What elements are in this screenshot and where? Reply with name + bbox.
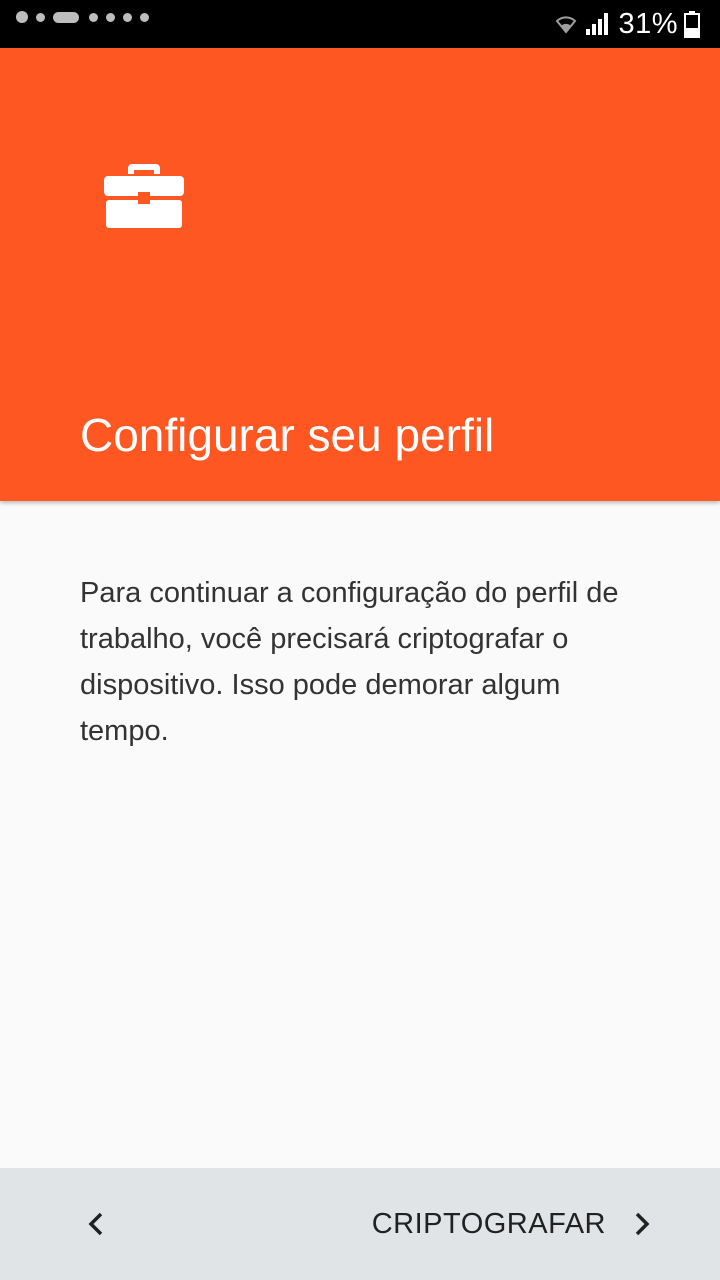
briefcase-icon <box>104 164 184 228</box>
page-title: Configurar seu perfil <box>80 409 495 461</box>
status-indicators: 31% <box>548 6 700 42</box>
notification-dot-icon <box>16 11 28 23</box>
notification-icons <box>16 10 157 24</box>
notification-dot-icon <box>36 12 45 22</box>
battery-percentage: 31% <box>618 7 678 40</box>
encrypt-button-label: CRIPTOGRAFAR <box>371 1207 606 1240</box>
chevron-left-icon <box>88 1212 103 1236</box>
notification-dot-icon <box>89 12 98 22</box>
battery-icon <box>684 11 700 38</box>
wifi-icon <box>556 16 577 34</box>
encrypt-button[interactable]: CRIPTOGRAFAR <box>372 1188 652 1260</box>
notification-dot-icon <box>106 12 115 22</box>
status-bar: 31% <box>0 0 720 48</box>
back-button[interactable] <box>64 1188 128 1260</box>
header-banner: Configurar seu perfil <box>0 48 720 501</box>
navigation-bar: CRIPTOGRAFAR <box>0 1168 720 1280</box>
notification-dot-icon <box>140 12 149 22</box>
notification-pill-icon <box>53 11 79 23</box>
description-text: Para continuar a configuração do perfil … <box>80 577 619 747</box>
chevron-right-icon <box>632 1210 652 1238</box>
signal-icon <box>586 13 609 35</box>
notification-dot-icon <box>123 12 132 22</box>
